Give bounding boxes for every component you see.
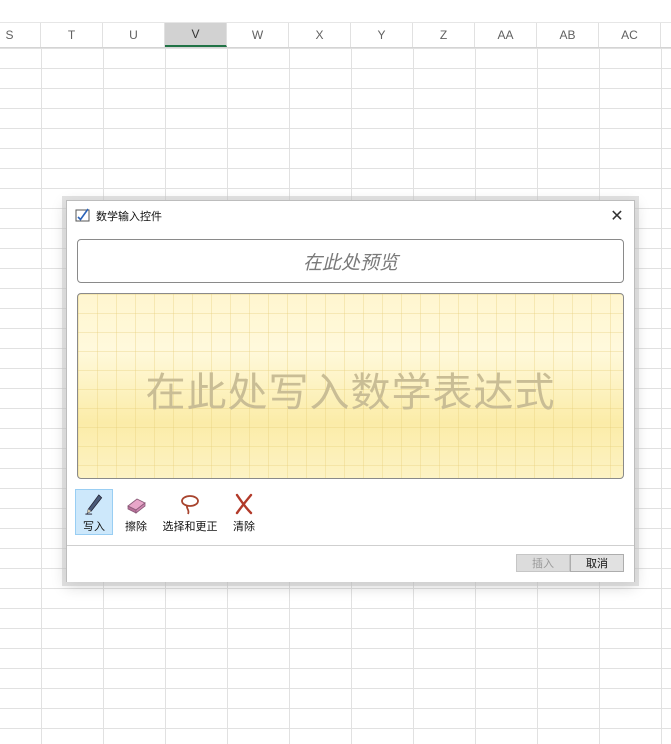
column-header-v[interactable]: V [165, 23, 227, 47]
dialog-titlebar[interactable]: 数学输入控件 ✕ [67, 201, 634, 229]
preview-box: 在此处预览 [77, 239, 624, 283]
column-header-x[interactable]: X [289, 23, 351, 47]
column-header-ab[interactable]: AB [537, 23, 599, 47]
preview-text: 在此处预览 [302, 251, 398, 274]
column-header-s[interactable]: S [0, 23, 41, 47]
dialog-footer: 插入 取消 [67, 545, 634, 582]
column-header-aa[interactable]: AA [475, 23, 537, 47]
clear-tool-button[interactable]: 清除 [227, 489, 261, 535]
dialog-title: 数学输入控件 [96, 210, 162, 223]
write-tool-label: 写入 [83, 520, 105, 533]
column-header-y[interactable]: Y [351, 23, 413, 47]
eraser-icon [127, 498, 146, 514]
math-input-icon [75, 207, 91, 223]
cancel-button[interactable]: 取消 [570, 554, 624, 572]
clear-x-icon [235, 493, 253, 515]
lasso-icon [181, 495, 199, 515]
select-correct-tool-button[interactable]: 选择和更正 [159, 489, 221, 535]
math-input-dialog: 数学输入控件 ✕ 在此处预览 在此处写入数学表达式 写入 擦除 选择和更正 清除… [66, 200, 635, 582]
write-hint: 在此处写入数学表达式 [145, 370, 556, 416]
close-button[interactable]: ✕ [606, 204, 628, 226]
column-header-z[interactable]: Z [413, 23, 475, 47]
column-header-w[interactable]: W [227, 23, 289, 47]
erase-tool-button[interactable]: 擦除 [119, 489, 153, 535]
insert-button[interactable]: 插入 [516, 554, 570, 572]
formula-bar-area [0, 0, 671, 23]
column-header-ac[interactable]: AC [599, 23, 661, 47]
select-correct-tool-label: 选择和更正 [162, 520, 218, 533]
clear-tool-label: 清除 [233, 520, 255, 533]
column-header-u[interactable]: U [103, 23, 165, 47]
pen-icon [85, 494, 103, 515]
handwriting-area[interactable]: 在此处写入数学表达式 [77, 293, 624, 479]
column-header-t[interactable]: T [41, 23, 103, 47]
erase-tool-label: 擦除 [125, 520, 147, 533]
write-tool-button[interactable]: 写入 [75, 489, 113, 535]
column-header-row: S T U V W X Y Z AA AB AC [0, 23, 671, 48]
